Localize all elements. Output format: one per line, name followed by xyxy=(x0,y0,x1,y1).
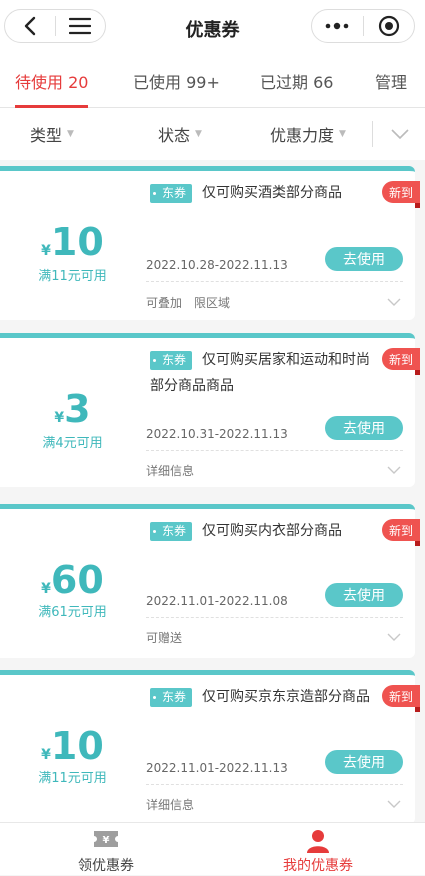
coupon-amount: ¥60 xyxy=(41,558,104,602)
more-button[interactable] xyxy=(312,10,363,42)
extra-label: 限区域 xyxy=(194,296,231,310)
coupon-condition: 满4元可用 xyxy=(42,436,103,451)
coupon-card[interactable]: ¥3 满4元可用 东券 仅可购买居家和运动和时尚部分商品商品 新到 2022.1… xyxy=(0,333,420,487)
more-dots-icon xyxy=(325,22,349,30)
filter-type[interactable]: 类型 ▼ xyxy=(30,108,74,160)
tab-label: 领优惠券 xyxy=(78,858,134,874)
filter-label: 优惠力度 xyxy=(270,126,335,145)
tab-label: 待使用 20 xyxy=(15,73,89,92)
dashed-divider xyxy=(146,281,403,282)
coupon-description: 仅可购买居家和运动和时尚部分商品商品 xyxy=(150,352,370,394)
use-coupon-button[interactable]: 去使用 xyxy=(325,583,403,607)
divider xyxy=(372,121,373,147)
coupon-status-tabs: 待使用 20 已使用 99+ 已过期 66 管理 xyxy=(0,54,425,108)
coupon-condition: 满11元可用 xyxy=(38,269,107,284)
close-miniprogram-button[interactable] xyxy=(364,10,415,42)
dashed-divider xyxy=(146,617,403,618)
use-coupon-button[interactable]: 去使用 xyxy=(325,416,403,440)
chevron-down-icon[interactable] xyxy=(387,297,401,307)
coupon-extras: 详细信息 xyxy=(146,462,194,479)
use-coupon-button[interactable]: 去使用 xyxy=(325,750,403,774)
chevron-down-icon xyxy=(391,129,409,140)
coupon-card[interactable]: ¥10 满11元可用 东券 仅可购买京东京造部分商品 新到 2022.11.01… xyxy=(0,670,420,824)
coupon-date: 2022.10.31-2022.11.13 xyxy=(146,427,288,441)
coupon-extras: 详细信息 xyxy=(146,796,194,813)
chevron-down-icon[interactable] xyxy=(387,799,401,809)
filter-bar: 类型 ▼ 状态 ▼ 优惠力度 ▼ xyxy=(0,108,425,160)
nav-left-capsule xyxy=(4,9,106,43)
ticket-icon: ¥ xyxy=(94,831,118,847)
filter-label: 类型 xyxy=(30,126,63,145)
filter-discount[interactable]: 优惠力度 ▼ xyxy=(270,108,346,160)
extra-label: 详细信息 xyxy=(146,798,195,812)
tab-label: 管理 xyxy=(375,73,408,92)
chevron-down-icon[interactable] xyxy=(387,632,401,642)
coupon-description: 仅可购买酒类部分商品 xyxy=(202,185,342,201)
coupon-condition: 满11元可用 xyxy=(38,771,107,786)
back-icon xyxy=(24,16,35,36)
new-badge: 新到 xyxy=(382,181,420,208)
nav-right-capsule xyxy=(311,9,415,43)
hamburger-icon xyxy=(69,17,92,35)
svg-text:¥: ¥ xyxy=(103,835,110,846)
bottom-tab-bar: ¥ 领优惠券 我的优惠券 xyxy=(0,822,425,875)
coupon-date: 2022.11.01-2022.11.08 xyxy=(146,594,288,608)
coupon-date: 2022.11.01-2022.11.13 xyxy=(146,761,288,775)
extra-label: 可叠加 xyxy=(146,296,183,310)
caret-down-icon: ▼ xyxy=(195,129,202,139)
tab-label: 已过期 66 xyxy=(260,73,334,92)
extra-label: 可赠送 xyxy=(146,631,183,645)
tab-label: 我的优惠券 xyxy=(283,858,353,874)
user-icon xyxy=(307,830,329,853)
coupon-extras: 可赠送 xyxy=(146,629,182,646)
filter-status[interactable]: 状态 ▼ xyxy=(158,108,202,160)
use-coupon-button[interactable]: 去使用 xyxy=(325,247,403,271)
tab-label: 已使用 99+ xyxy=(133,73,220,92)
tab-expired[interactable]: 已过期 66 xyxy=(260,54,333,108)
caret-down-icon: ▼ xyxy=(339,129,346,139)
new-badge: 新到 xyxy=(382,348,420,375)
coupon-condition: 满61元可用 xyxy=(38,605,107,620)
coupon-card[interactable]: ¥10 满11元可用 东券 仅可购买酒类部分商品 新到 2022.10.28-2… xyxy=(0,166,420,320)
new-badge: 新到 xyxy=(382,519,420,546)
new-badge: 新到 xyxy=(382,685,420,712)
filter-label: 状态 xyxy=(158,126,191,145)
coupon-date: 2022.10.28-2022.11.13 xyxy=(146,258,288,272)
caret-down-icon: ▼ xyxy=(67,129,74,139)
coupon-card[interactable]: ¥60 满61元可用 东券 仅可购买内衣部分商品 新到 2022.11.01-2… xyxy=(0,504,420,658)
chevron-down-icon[interactable] xyxy=(387,465,401,475)
coupon-amount: ¥3 xyxy=(54,387,91,431)
coupon-description: 仅可购买京东京造部分商品 xyxy=(202,689,370,705)
target-circle-icon xyxy=(378,15,399,37)
page-title: 优惠券 xyxy=(185,20,240,41)
extra-label: 详细信息 xyxy=(146,464,195,478)
dashed-divider xyxy=(146,784,403,785)
nav-bar: 优惠券 xyxy=(0,0,425,54)
tab-get-coupons[interactable]: ¥ 领优惠券 xyxy=(0,823,212,876)
menu-button[interactable] xyxy=(56,10,106,42)
tab-unused[interactable]: 待使用 20 xyxy=(15,54,89,108)
tab-my-coupons[interactable]: 我的优惠券 xyxy=(212,823,424,876)
tab-manage[interactable]: 管理 xyxy=(375,54,407,108)
back-button[interactable] xyxy=(5,10,55,42)
dashed-divider xyxy=(146,450,403,451)
coupon-amount: ¥10 xyxy=(41,724,104,768)
coupon-extras: 可叠加 限区域 xyxy=(146,294,230,311)
expand-filters-button[interactable] xyxy=(385,120,415,148)
coupon-description: 仅可购买内衣部分商品 xyxy=(202,523,342,539)
coupon-amount: ¥10 xyxy=(41,220,104,264)
tab-used[interactable]: 已使用 99+ xyxy=(133,54,220,108)
